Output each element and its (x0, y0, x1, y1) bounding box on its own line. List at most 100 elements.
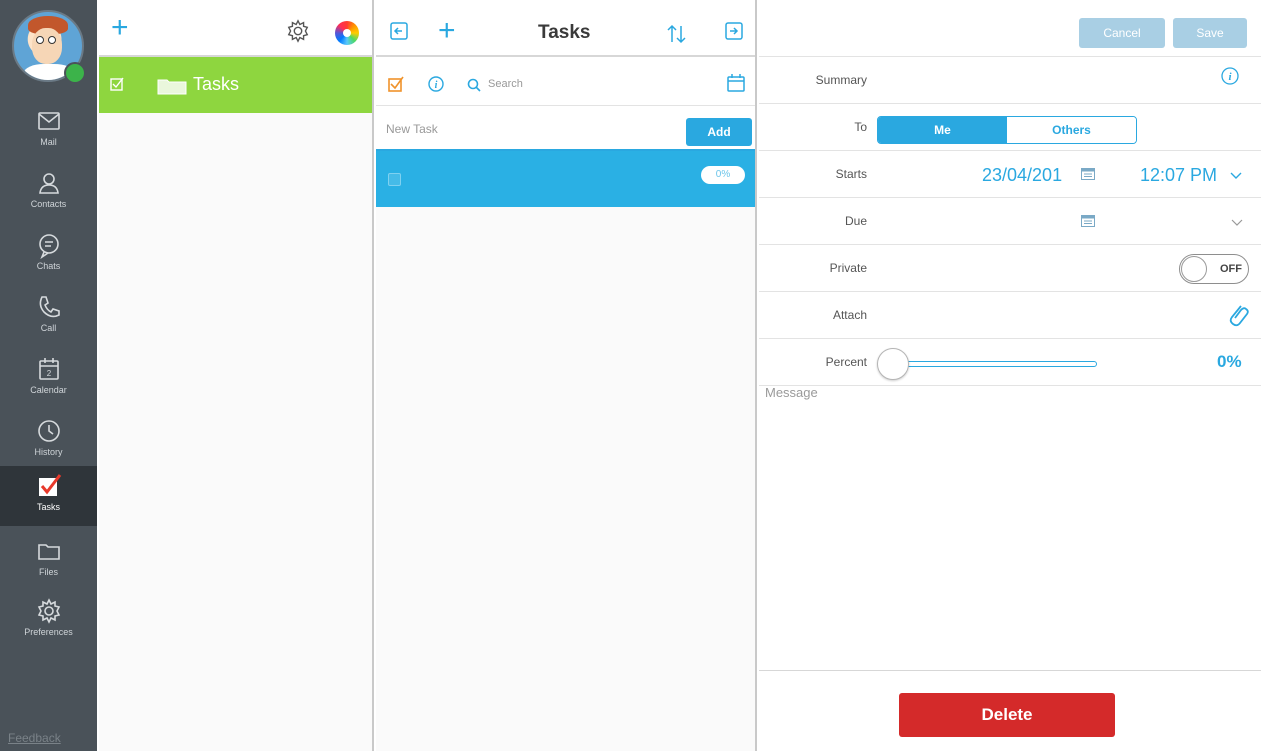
checkmark-icon (38, 474, 61, 496)
svg-text:2: 2 (46, 369, 51, 378)
new-task-input[interactable] (386, 118, 666, 140)
folder-name: Tasks (193, 74, 240, 94)
new-task-bar: Add (376, 106, 755, 151)
folder-icon (157, 79, 187, 95)
sidebar-item-label: Preferences (24, 627, 73, 637)
sidebar-item-tasks[interactable]: Tasks (0, 466, 97, 526)
info-icon[interactable]: i (428, 76, 444, 92)
divider (759, 670, 1261, 671)
sort-icon[interactable] (666, 24, 688, 44)
sidebar-item-label: Contacts (30, 199, 67, 209)
private-toggle[interactable]: OFF (1179, 254, 1249, 284)
attach-row: Attach (759, 292, 1261, 339)
completed-filter-icon[interactable] (388, 76, 404, 92)
save-button[interactable]: Save (1173, 18, 1247, 48)
task-list-pane: + Tasks i Add 0% (376, 0, 757, 751)
add-task-button[interactable]: + (438, 16, 456, 46)
toggle-knob (1181, 256, 1207, 282)
add-folder-button[interactable]: + (111, 13, 129, 43)
checkbox-icon[interactable] (110, 77, 124, 91)
summary-input[interactable] (879, 67, 1209, 93)
sidebar-item-files[interactable]: Files (0, 531, 97, 589)
summary-row: Summary i (759, 57, 1261, 104)
mail-icon (37, 112, 60, 130)
sidebar-item-call[interactable]: Call (0, 287, 97, 345)
private-row: Private OFF (759, 245, 1261, 292)
assignee-option-me[interactable]: Me (878, 117, 1007, 143)
phone-icon (39, 296, 60, 318)
delete-button[interactable]: Delete (899, 693, 1115, 737)
folder-item-tasks[interactable]: Tasks (99, 57, 372, 113)
calendar-icon[interactable] (726, 73, 746, 93)
percent-label: Percent (825, 355, 867, 369)
date-picker-icon[interactable] (1081, 168, 1095, 180)
table-row[interactable]: 0% (376, 151, 755, 207)
chat-icon (38, 234, 59, 259)
collapse-left-icon[interactable] (390, 22, 408, 40)
chevron-down-icon[interactable] (1230, 172, 1242, 180)
svg-text:i: i (435, 80, 438, 91)
calendar-icon: 2 (38, 358, 59, 380)
percent-value: 0% (1217, 352, 1242, 371)
presence-status-icon (64, 62, 86, 84)
percent-slider-track[interactable] (891, 361, 1097, 367)
clock-icon (37, 420, 60, 442)
folder-toolbar: + (99, 0, 372, 57)
due-row: Due (759, 198, 1261, 245)
page-title: Tasks (538, 22, 591, 43)
search-input[interactable] (488, 73, 638, 95)
sidebar-item-preferences[interactable]: Preferences (0, 591, 97, 649)
sidebar-item-mail[interactable]: Mail (0, 101, 97, 159)
folder-icon (37, 544, 60, 560)
info-icon[interactable]: i (1221, 67, 1239, 85)
svg-text:i: i (1228, 71, 1232, 83)
cancel-button[interactable]: Cancel (1079, 18, 1165, 48)
sidebar-item-label: Tasks (36, 502, 60, 512)
private-label: Private (829, 261, 867, 275)
sidebar-item-label: Calendar (30, 385, 67, 395)
attach-label: Attach (832, 308, 867, 322)
assignee-segmented-control: Me Others (877, 116, 1137, 144)
task-list-toolbar: + Tasks (376, 0, 755, 57)
color-wheel-icon[interactable] (335, 21, 359, 45)
contacts-icon (38, 173, 59, 194)
folder-pane: + Tasks (99, 0, 374, 751)
start-time-field[interactable]: 12:07 PM (1140, 165, 1217, 186)
avatar-eye (48, 36, 56, 44)
settings-gear-icon[interactable] (285, 18, 311, 44)
starts-label: Starts (835, 167, 867, 181)
app-sidebar: Mail Contacts Chats Call 2 Calendar Hist… (0, 0, 97, 751)
start-date-field[interactable]: 23/04/201 (982, 165, 1062, 186)
sidebar-item-chats[interactable]: Chats (0, 225, 97, 283)
task-percent-badge: 0% (701, 166, 745, 184)
assignee-option-others[interactable]: Others (1007, 117, 1136, 143)
avatar-eye (36, 36, 44, 44)
sidebar-item-label: Chats (36, 261, 61, 271)
detail-toolbar: Cancel Save (759, 0, 1261, 57)
toggle-state-label: OFF (1220, 263, 1242, 275)
starts-row: Starts 23/04/201 12:07 PM (759, 151, 1261, 198)
due-label: Due (844, 214, 867, 228)
gear-icon (37, 598, 60, 624)
sidebar-item-label: Files (38, 567, 58, 577)
avatar-face (32, 28, 62, 64)
task-filter-bar: i (376, 57, 755, 106)
date-picker-icon[interactable] (1081, 215, 1095, 227)
to-label: To (854, 120, 867, 134)
sidebar-item-calendar[interactable]: 2 Calendar (0, 349, 97, 407)
percent-slider-handle[interactable] (877, 348, 909, 380)
feedback-link[interactable]: Feedback (8, 731, 61, 745)
task-checkbox[interactable] (388, 173, 401, 186)
search-icon (467, 78, 481, 92)
add-button[interactable]: Add (686, 118, 752, 146)
task-detail-pane: Cancel Save Summary i To Me Others Start… (759, 0, 1261, 751)
sidebar-item-contacts[interactable]: Contacts (0, 163, 97, 221)
sidebar-item-label: History (34, 447, 63, 457)
percent-row: Percent 0% (759, 339, 1261, 386)
chevron-down-icon[interactable] (1231, 219, 1243, 227)
expand-right-icon[interactable] (725, 22, 743, 40)
paperclip-icon[interactable] (1227, 302, 1249, 328)
message-textarea[interactable] (765, 385, 1255, 670)
summary-label: Summary (815, 73, 867, 87)
sidebar-item-history[interactable]: History (0, 411, 97, 469)
